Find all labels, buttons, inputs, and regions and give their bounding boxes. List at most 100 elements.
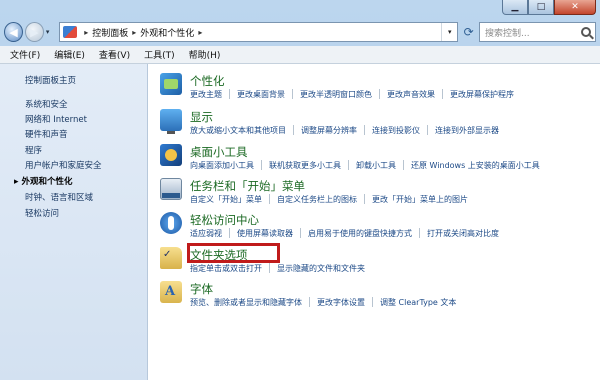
task-link[interactable]: 自定义「开始」菜单: [190, 194, 262, 205]
sidebar-item-hardware[interactable]: 硬件和声音: [25, 128, 68, 140]
link-divider: [229, 228, 230, 238]
search-placeholder: 搜索控制...: [484, 28, 530, 39]
address-dropdown-icon[interactable]: ▾: [441, 23, 457, 41]
personalization-icon[interactable]: [160, 73, 182, 95]
task-link[interactable]: 启用易于使用的键盘快捷方式: [308, 228, 412, 239]
task-link[interactable]: 更改字体设置: [317, 297, 365, 308]
link-divider: [419, 228, 420, 238]
fonts-icon[interactable]: [160, 281, 182, 303]
address-bar[interactable]: ▸ 控制面板 ▸ 外观和个性化 ▸ ▾: [59, 22, 459, 42]
task-link[interactable]: 还原 Windows 上安装的桌面小工具: [411, 160, 540, 171]
link-divider: [261, 160, 262, 170]
task-link[interactable]: 适应弱视: [190, 228, 222, 239]
link-divider: [309, 297, 310, 307]
forward-button[interactable]: ▶: [24, 22, 44, 42]
task-link[interactable]: 调整 ClearType 文本: [380, 297, 456, 308]
link-divider: [269, 194, 270, 204]
refresh-icon[interactable]: ⟳: [458, 22, 479, 42]
menu-edit[interactable]: 编辑(E): [54, 48, 85, 61]
link-divider: [292, 89, 293, 99]
link-divider: [300, 228, 301, 238]
category-links: 自定义「开始」菜单 自定义任务栏上的图标 更改「开始」菜单上的图片: [190, 194, 468, 205]
window-controls: ▁ □ ✕: [502, 0, 596, 15]
minimize-button[interactable]: ▁: [502, 0, 528, 15]
breadcrumb-control-panel[interactable]: 控制面板: [92, 26, 128, 39]
main-content: 个性化 更改主题 更改桌面背景 更改半透明窗口颜色 更改声音效果 更改屏幕保护程…: [148, 64, 600, 380]
search-input[interactable]: 搜索控制...: [478, 22, 596, 42]
close-button[interactable]: ✕: [554, 0, 596, 15]
sidebar-item-ease-of-access[interactable]: 轻松访问: [25, 207, 59, 219]
recent-pages-dropdown-icon[interactable]: ▾: [46, 28, 55, 36]
category-title[interactable]: 显示: [190, 109, 213, 125]
task-link[interactable]: 放大或缩小文本和其他项目: [190, 125, 286, 136]
category-links: 适应弱视 使用屏幕读取器 启用易于使用的键盘快捷方式 打开或关闭高对比度: [190, 228, 499, 239]
category-links: 向桌面添加小工具 联机获取更多小工具 卸载小工具 还原 Windows 上安装的…: [190, 160, 540, 171]
task-link[interactable]: 更改半透明窗口颜色: [300, 89, 372, 100]
menu-file[interactable]: 文件(F): [10, 48, 40, 61]
breadcrumb-appearance[interactable]: 外观和个性化: [140, 26, 194, 39]
task-link[interactable]: 向桌面添加小工具: [190, 160, 254, 171]
menu-bar: 文件(F) 编辑(E) 查看(V) 工具(T) 帮助(H): [0, 46, 600, 64]
task-link[interactable]: 卸载小工具: [356, 160, 396, 171]
gadgets-icon[interactable]: [160, 144, 182, 166]
link-divider: [442, 89, 443, 99]
link-divider: [403, 160, 404, 170]
link-divider: [364, 125, 365, 135]
category-title[interactable]: 字体: [190, 281, 213, 297]
sidebar-item-network[interactable]: 网络和 Internet: [25, 113, 87, 125]
sidebar-item-home[interactable]: 控制面板主页: [25, 74, 76, 86]
breadcrumb-separator-icon[interactable]: ▸: [84, 28, 88, 37]
back-button[interactable]: ◀: [4, 22, 23, 42]
sidebar-item-user-accounts[interactable]: 用户帐户和家庭安全: [25, 159, 102, 171]
taskbar-icon[interactable]: [160, 178, 182, 200]
display-icon[interactable]: [160, 109, 182, 134]
task-link[interactable]: 自定义任务栏上的图标: [277, 194, 357, 205]
menu-tools[interactable]: 工具(T): [144, 48, 175, 61]
search-icon[interactable]: [581, 27, 591, 37]
sidebar-item-security[interactable]: 系统和安全: [25, 98, 68, 110]
breadcrumb-separator-icon[interactable]: ▸: [132, 28, 136, 37]
category-links: 预览、删除或者显示和隐藏字体 更改字体设置 调整 ClearType 文本: [190, 297, 456, 308]
category-links: 指定单击或双击打开 显示隐藏的文件和文件夹: [190, 263, 365, 274]
task-link[interactable]: 更改主题: [190, 89, 222, 100]
task-link[interactable]: 更改桌面背景: [237, 89, 285, 100]
link-divider: [372, 297, 373, 307]
control-panel-icon: [63, 26, 78, 38]
ease-of-access-icon[interactable]: [160, 212, 182, 234]
task-link[interactable]: 联机获取更多小工具: [269, 160, 341, 171]
task-link[interactable]: 打开或关闭高对比度: [427, 228, 499, 239]
task-link[interactable]: 连接到投影仪: [372, 125, 420, 136]
task-link[interactable]: 连接到外部显示器: [435, 125, 499, 136]
sidebar-item-clock-region[interactable]: 时钟、语言和区域: [25, 191, 93, 203]
sidebar-item-appearance[interactable]: 外观和个性化: [14, 175, 73, 187]
task-link[interactable]: 更改声音效果: [387, 89, 435, 100]
folder-options-icon[interactable]: [160, 247, 182, 269]
link-divider: [364, 194, 365, 204]
task-link[interactable]: 更改「开始」菜单上的图片: [372, 194, 468, 205]
navigation-bar: ◀ ▶ ▾ ▸ 控制面板 ▸ 外观和个性化 ▸ ▾ ⟳ 搜索控制...: [4, 20, 596, 44]
category-links: 放大或缩小文本和其他项目 调整屏幕分辨率 连接到投影仪 连接到外部显示器: [190, 125, 499, 136]
category-title[interactable]: 桌面小工具: [190, 144, 248, 160]
link-divider: [427, 125, 428, 135]
task-link[interactable]: 显示隐藏的文件和文件夹: [277, 263, 365, 274]
category-links: 更改主题 更改桌面背景 更改半透明窗口颜色 更改声音效果 更改屏幕保护程序: [190, 89, 514, 100]
link-divider: [229, 89, 230, 99]
task-link[interactable]: 使用屏幕读取器: [237, 228, 293, 239]
link-divider: [379, 89, 380, 99]
task-link[interactable]: 调整屏幕分辨率: [301, 125, 357, 136]
sidebar-item-programs[interactable]: 程序: [25, 144, 42, 156]
task-link[interactable]: 指定单击或双击打开: [190, 263, 262, 274]
task-link[interactable]: 更改屏幕保护程序: [450, 89, 514, 100]
highlight-box: [187, 243, 280, 263]
category-title[interactable]: 轻松访问中心: [190, 212, 259, 228]
breadcrumb-separator-icon[interactable]: ▸: [198, 28, 202, 37]
menu-help[interactable]: 帮助(H): [189, 48, 221, 61]
menu-view[interactable]: 查看(V): [99, 48, 130, 61]
control-panel-window: ▁ □ ✕ ◀ ▶ ▾ ▸ 控制面板 ▸ 外观和个性化 ▸ ▾ ⟳ 搜索控制..…: [0, 0, 600, 380]
task-link[interactable]: 预览、删除或者显示和隐藏字体: [190, 297, 302, 308]
maximize-button[interactable]: □: [528, 0, 554, 15]
category-title[interactable]: 个性化: [190, 73, 225, 89]
link-divider: [348, 160, 349, 170]
link-divider: [293, 125, 294, 135]
category-title[interactable]: 任务栏和「开始」菜单: [190, 178, 305, 194]
